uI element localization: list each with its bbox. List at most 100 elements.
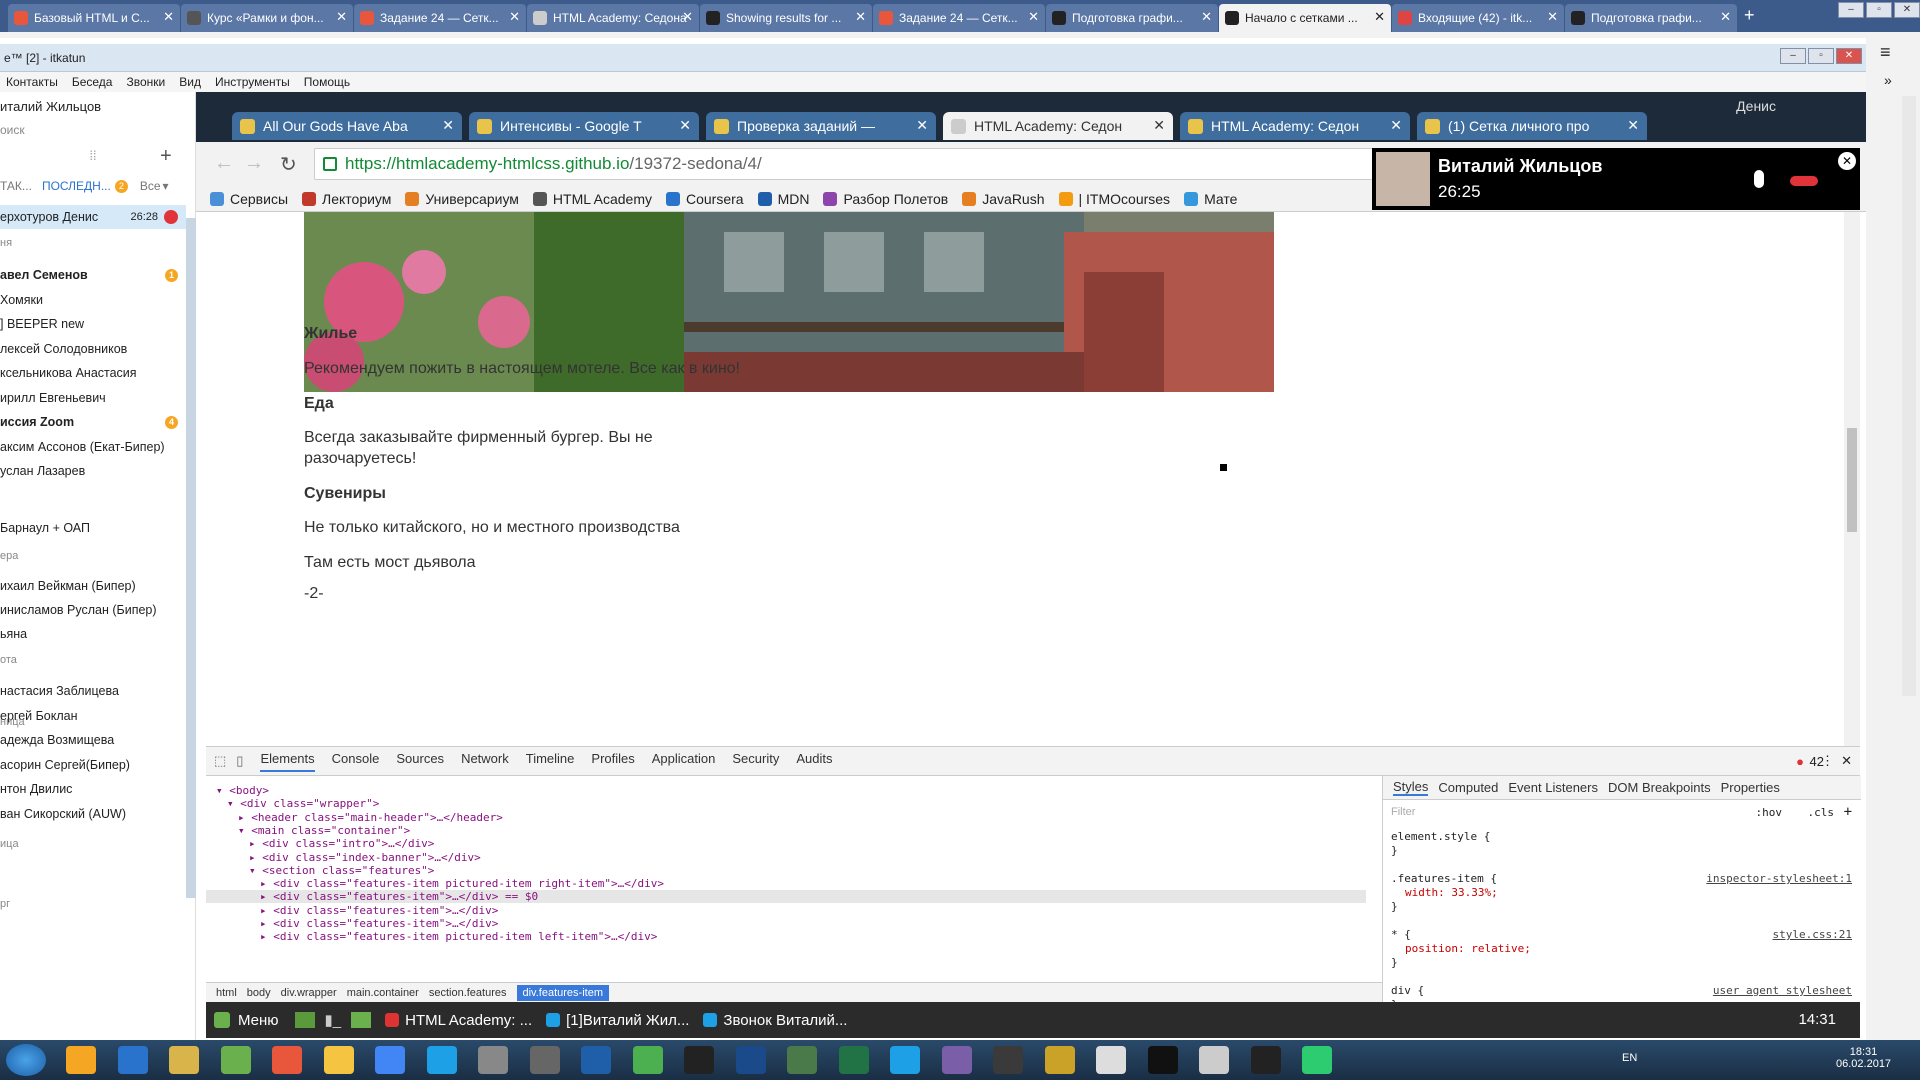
styles-tab[interactable]: Computed <box>1438 780 1498 795</box>
microphone-icon[interactable] <box>1754 170 1764 188</box>
class-toggle[interactable]: .cls <box>1808 806 1835 819</box>
add-rule-icon[interactable]: + <box>1844 804 1852 820</box>
more-menu-icon[interactable]: ⋮ <box>1821 753 1834 769</box>
device-toggle-icon[interactable]: ▯ <box>236 753 243 769</box>
contact-item[interactable]: асорин Сергей(Бипер) <box>0 753 186 777</box>
minimize-button[interactable]: – <box>1838 2 1864 18</box>
bookmark-item[interactable]: | ITMOcourses <box>1058 191 1170 207</box>
breadcrumb-item[interactable]: div.features-item <box>516 984 609 1001</box>
bookmark-item[interactable]: Универсариум <box>405 191 519 207</box>
close-overlay-icon[interactable]: ✕ <box>1838 152 1856 170</box>
outer-tab[interactable]: Входящие (42) - itk... ✕ <box>1392 4 1564 32</box>
close-tab-icon[interactable]: ✕ <box>679 117 691 134</box>
close-tab-icon[interactable]: ✕ <box>1720 10 1731 24</box>
breadcrumb-item[interactable]: html <box>216 987 237 999</box>
inner-tab[interactable]: Интенсивы - Google T ✕ <box>469 112 699 140</box>
dom-node[interactable]: ▾ <section class="features"> <box>249 864 434 877</box>
sidebar-scrollbar[interactable] <box>186 218 196 898</box>
panel-window-button[interactable]: Звонок Виталий... <box>703 1012 847 1029</box>
terminal-icon[interactable]: ▮_ <box>325 1011 342 1029</box>
taskbar-app-icon[interactable] <box>1044 1046 1075 1074</box>
close-tab-icon[interactable]: ✕ <box>855 10 866 24</box>
devtools-tab[interactable]: Profiles <box>591 751 634 772</box>
inner-tab[interactable]: HTML Academy: Седон ✕ <box>943 112 1173 140</box>
folder-icon[interactable] <box>351 1012 372 1028</box>
dom-node[interactable]: ▸ <div class="features-item pictured-ite… <box>260 877 664 890</box>
url-input[interactable]: https://htmlacademy-htmlcss.github.io /1… <box>314 148 1374 180</box>
double-chevron-icon[interactable]: » <box>1884 72 1892 88</box>
styles-filter-input[interactable]: Filter <box>1391 806 1415 818</box>
close-tab-icon[interactable]: ✕ <box>163 10 174 24</box>
profile-label[interactable]: Денис <box>1736 98 1776 114</box>
contact-item[interactable]: авел Семенов 1 <box>0 263 186 287</box>
skype-minimize-button[interactable]: – <box>1780 48 1806 64</box>
close-tab-icon[interactable]: ✕ <box>1627 117 1639 134</box>
contact-item[interactable]: ьяна <box>0 622 186 646</box>
contact-item[interactable]: ирилл Евгеньевич <box>0 386 186 410</box>
panel-window-button[interactable]: [1]Виталий Жил... <box>546 1012 689 1029</box>
bookmark-item[interactable]: Coursera <box>666 191 744 207</box>
taskbar-app-icon[interactable] <box>66 1046 96 1074</box>
styles-tab[interactable]: DOM Breakpoints <box>1608 780 1711 795</box>
taskbar-app-icon[interactable] <box>375 1046 405 1074</box>
close-tab-icon[interactable]: ✕ <box>1374 10 1385 24</box>
devtools-tab[interactable]: Audits <box>796 751 832 772</box>
inner-tab[interactable]: (1) Сетка личного про ✕ <box>1417 112 1647 140</box>
style-selector[interactable]: * { <box>1391 928 1411 941</box>
close-tab-icon[interactable]: ✕ <box>916 117 928 134</box>
dom-node[interactable]: ▾ <body> <box>216 784 269 797</box>
outer-tab[interactable]: Задание 24 — Сетк... ✕ <box>873 4 1045 32</box>
skype-menu-item[interactable]: Инструменты <box>215 75 290 89</box>
taskbar-app-icon[interactable] <box>581 1046 611 1074</box>
style-source-link[interactable]: style.css:21 <box>1773 928 1852 941</box>
close-tab-icon[interactable]: ✕ <box>682 10 693 24</box>
panel-window-button[interactable]: HTML Academy: ... <box>385 1012 532 1029</box>
taskbar-app-icon[interactable] <box>529 1046 560 1074</box>
outer-tab[interactable]: Подготовка графи... ✕ <box>1046 4 1218 32</box>
outer-tab[interactable]: Подготовка графи... ✕ <box>1565 4 1737 32</box>
taskbar-app-icon[interactable] <box>169 1046 199 1074</box>
dom-node[interactable]: ▾ <div class="wrapper"> <box>227 797 379 810</box>
inner-tab[interactable]: HTML Academy: Седон ✕ <box>1180 112 1410 140</box>
contact-item[interactable]: Барнаул + ОАП <box>0 516 186 540</box>
outer-scrollbar[interactable] <box>1902 96 1916 696</box>
hang-up-icon[interactable] <box>1790 176 1818 186</box>
contact-item[interactable]: нтон Двилис <box>0 777 186 801</box>
style-declaration[interactable]: position: relative; <box>1405 942 1531 955</box>
page-scrollbar-thumb[interactable] <box>1847 428 1857 532</box>
styles-tab[interactable]: Event Listeners <box>1508 780 1598 795</box>
taskbar-clock[interactable]: 18:31 06.02.2017 <box>1836 1046 1891 1070</box>
outer-tab[interactable]: Базовый HTML и С... ✕ <box>8 4 180 32</box>
style-source-link[interactable]: user agent stylesheet <box>1713 984 1852 997</box>
outer-tab[interactable]: Задание 24 — Сетк... ✕ <box>354 4 526 32</box>
taskbar-app-icon[interactable] <box>941 1046 972 1074</box>
dom-node[interactable]: ▸ <div class="features-item pictured-ite… <box>260 930 657 943</box>
close-tab-icon[interactable]: ✕ <box>1153 117 1165 134</box>
contact-item[interactable]: настасия Заблицева <box>0 679 186 703</box>
dom-node[interactable]: ▸ <header class="main-header">…</header> <box>238 811 503 824</box>
taskbar-app-icon[interactable] <box>478 1046 508 1074</box>
skype-menu-item[interactable]: Звонки <box>126 75 165 89</box>
inspect-icon[interactable]: ⬚ <box>214 753 226 769</box>
style-source-link[interactable]: inspector-stylesheet:1 <box>1706 872 1852 885</box>
contact-item[interactable]: ксельникова Анастасия <box>0 361 186 385</box>
close-tab-icon[interactable]: ✕ <box>1201 10 1212 24</box>
contact-item[interactable]: Хомяки <box>0 288 186 312</box>
bookmark-item[interactable]: Мате <box>1184 191 1237 207</box>
bookmark-item[interactable]: Лекториум <box>302 191 391 207</box>
language-indicator[interactable]: EN <box>1622 1052 1637 1064</box>
taskbar-app-icon[interactable] <box>1199 1046 1229 1074</box>
skype-menu-item[interactable]: Помощь <box>304 75 350 89</box>
close-tab-icon[interactable]: ✕ <box>336 10 347 24</box>
contact-item[interactable] <box>0 484 186 508</box>
page-scrollbar[interactable] <box>1844 212 1860 746</box>
outer-tab[interactable]: Курс «Рамки и фон... ✕ <box>181 4 353 32</box>
inner-tab[interactable]: All Our Gods Have Aba ✕ <box>232 112 462 140</box>
contact-item[interactable]: ихаил Вейкман (Бипер) <box>0 574 186 598</box>
skype-menu-item[interactable]: Вид <box>179 75 201 89</box>
skype-menu-item[interactable]: Беседа <box>72 75 113 89</box>
devtools-tab[interactable]: Application <box>652 751 716 772</box>
taskbar-app-icon[interactable] <box>1147 1046 1178 1074</box>
tab-contacts[interactable]: ТАК... <box>0 179 32 193</box>
contact-item[interactable]: лексей Солодовников <box>0 337 186 361</box>
